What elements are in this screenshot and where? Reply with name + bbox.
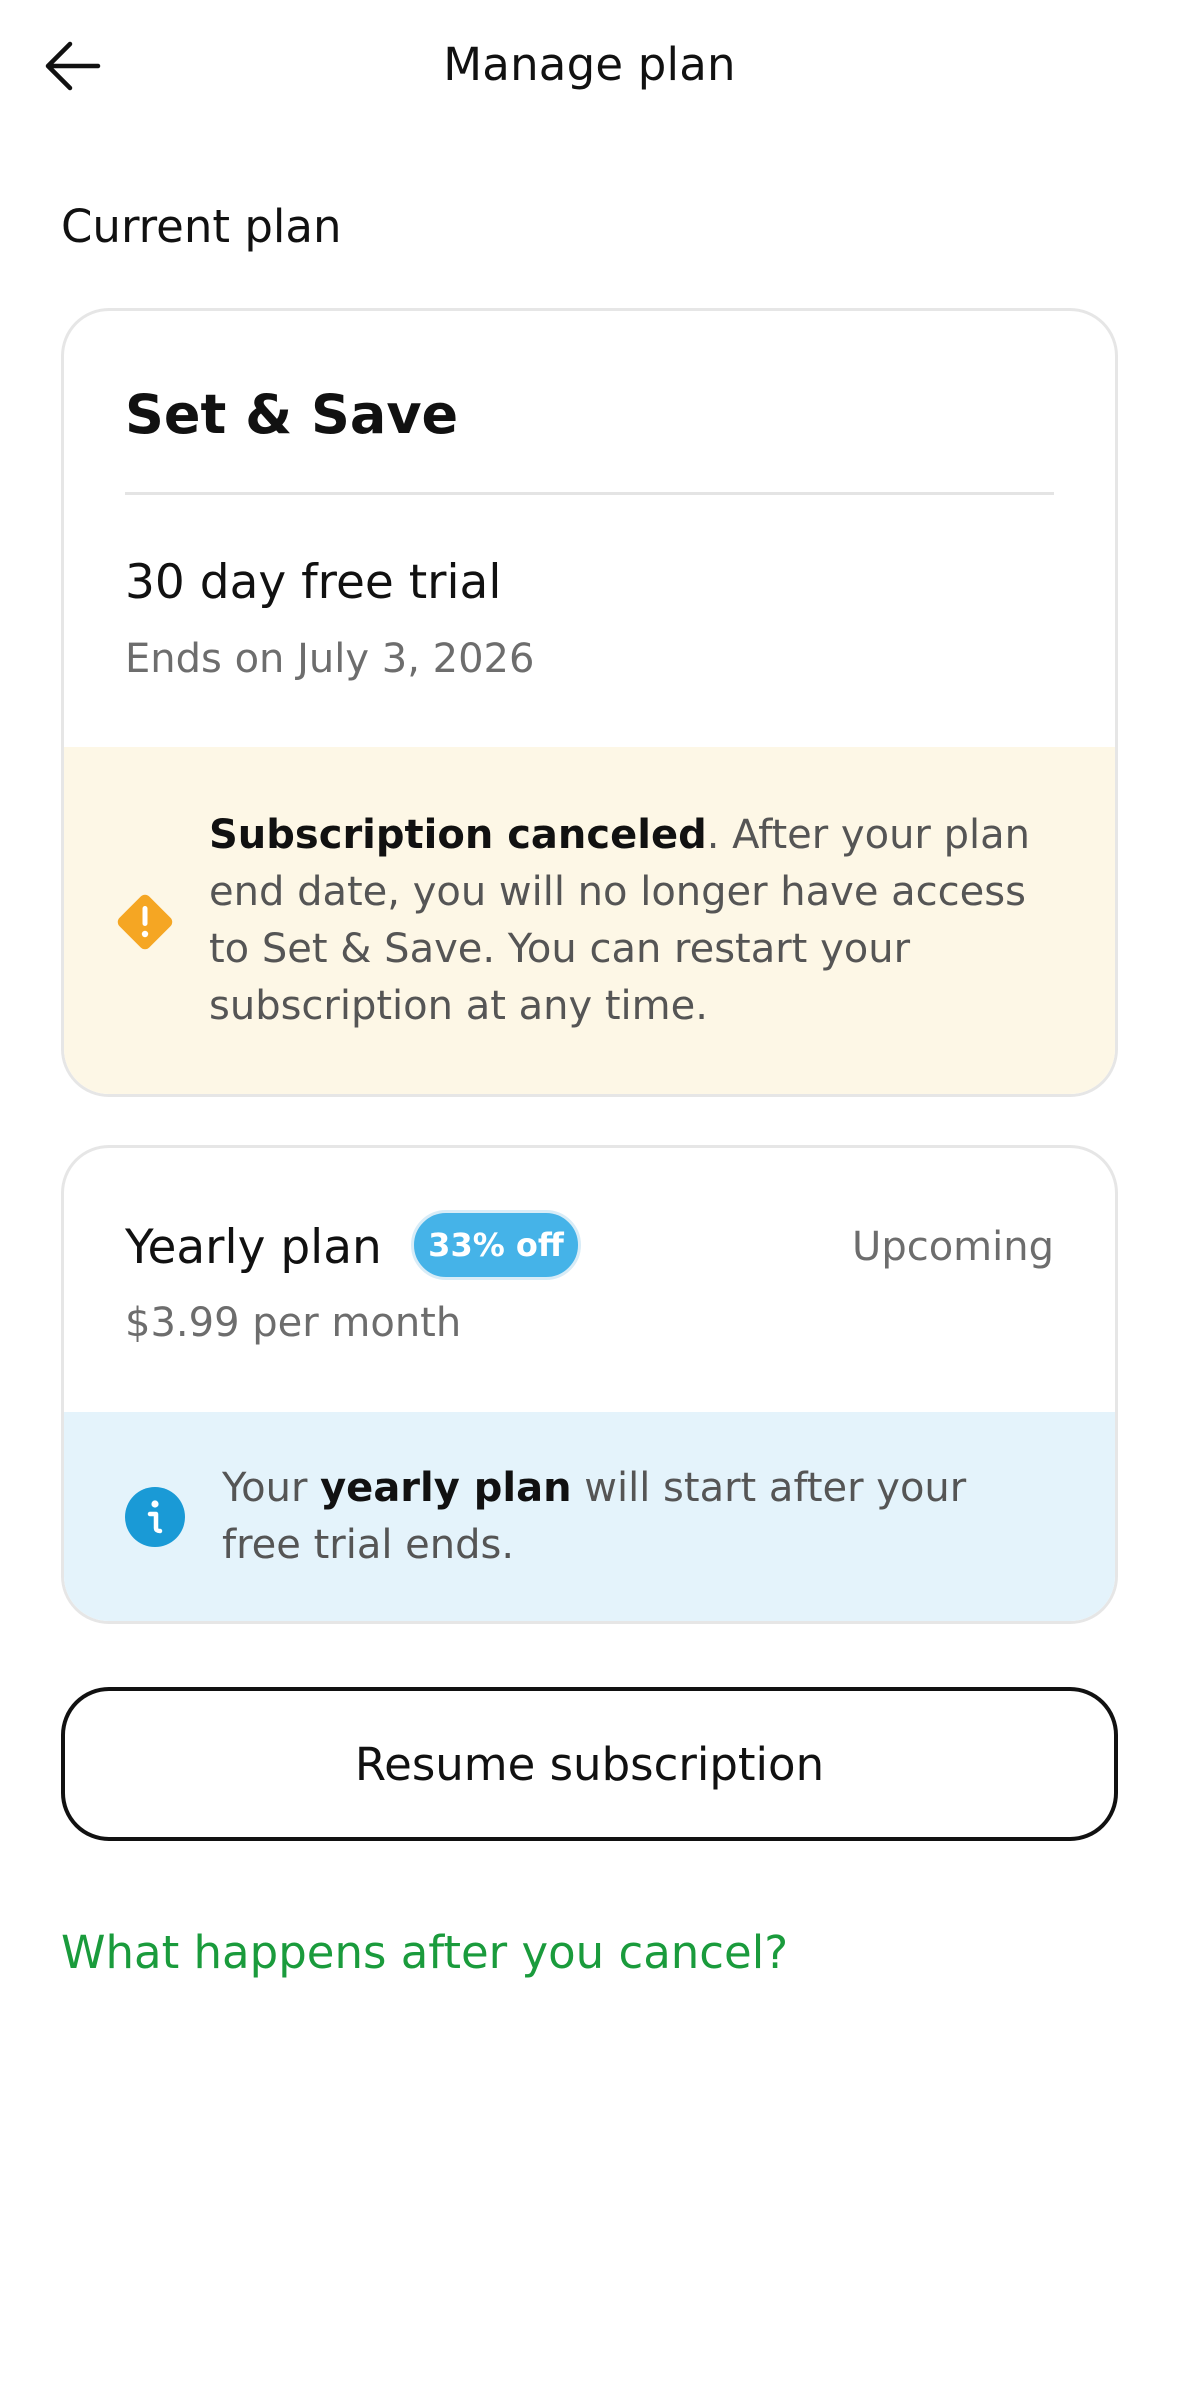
price-text: $3.99 per month <box>125 1300 462 1346</box>
warning-bold-text: Subscription canceled <box>209 812 707 858</box>
current-plan-heading: Current plan <box>61 200 342 253</box>
current-plan-card: Set & Save 30 day free trial Ends on Jul… <box>61 308 1118 1097</box>
resume-subscription-button[interactable]: Resume subscription <box>61 1687 1118 1841</box>
manage-plan-screen: Manage plan Current plan Set & Save 30 d… <box>0 0 1179 2396</box>
info-bold-text: yearly plan <box>320 1465 572 1511</box>
yearly-plan-title: Yearly plan <box>125 1220 382 1275</box>
info-icon <box>125 1487 185 1547</box>
status-label: Upcoming <box>852 1224 1054 1270</box>
warning-message: Subscription canceled. After your plan e… <box>209 807 1065 1035</box>
trial-title: 30 day free trial <box>125 555 502 610</box>
trial-end-date: Ends on July 3, 2026 <box>125 636 535 682</box>
yearly-info-banner: Your yearly plan will start after your f… <box>64 1412 1115 1621</box>
page-title: Manage plan <box>443 38 736 91</box>
discount-badge: 33% off <box>411 1210 581 1280</box>
divider <box>125 492 1054 495</box>
yearly-plan-card: Yearly plan 33% off Upcoming $3.99 per m… <box>61 1145 1118 1624</box>
plan-name: Set & Save <box>125 383 459 446</box>
what-happens-after-cancel-link[interactable]: What happens after you cancel? <box>61 1926 788 1979</box>
warning-diamond-icon <box>117 894 173 950</box>
cancellation-warning-banner: Subscription canceled. After your plan e… <box>64 747 1115 1094</box>
info-message: Your yearly plan will start after your f… <box>222 1460 1025 1574</box>
info-prefix: Your <box>222 1465 321 1511</box>
header: Manage plan <box>0 0 1179 140</box>
